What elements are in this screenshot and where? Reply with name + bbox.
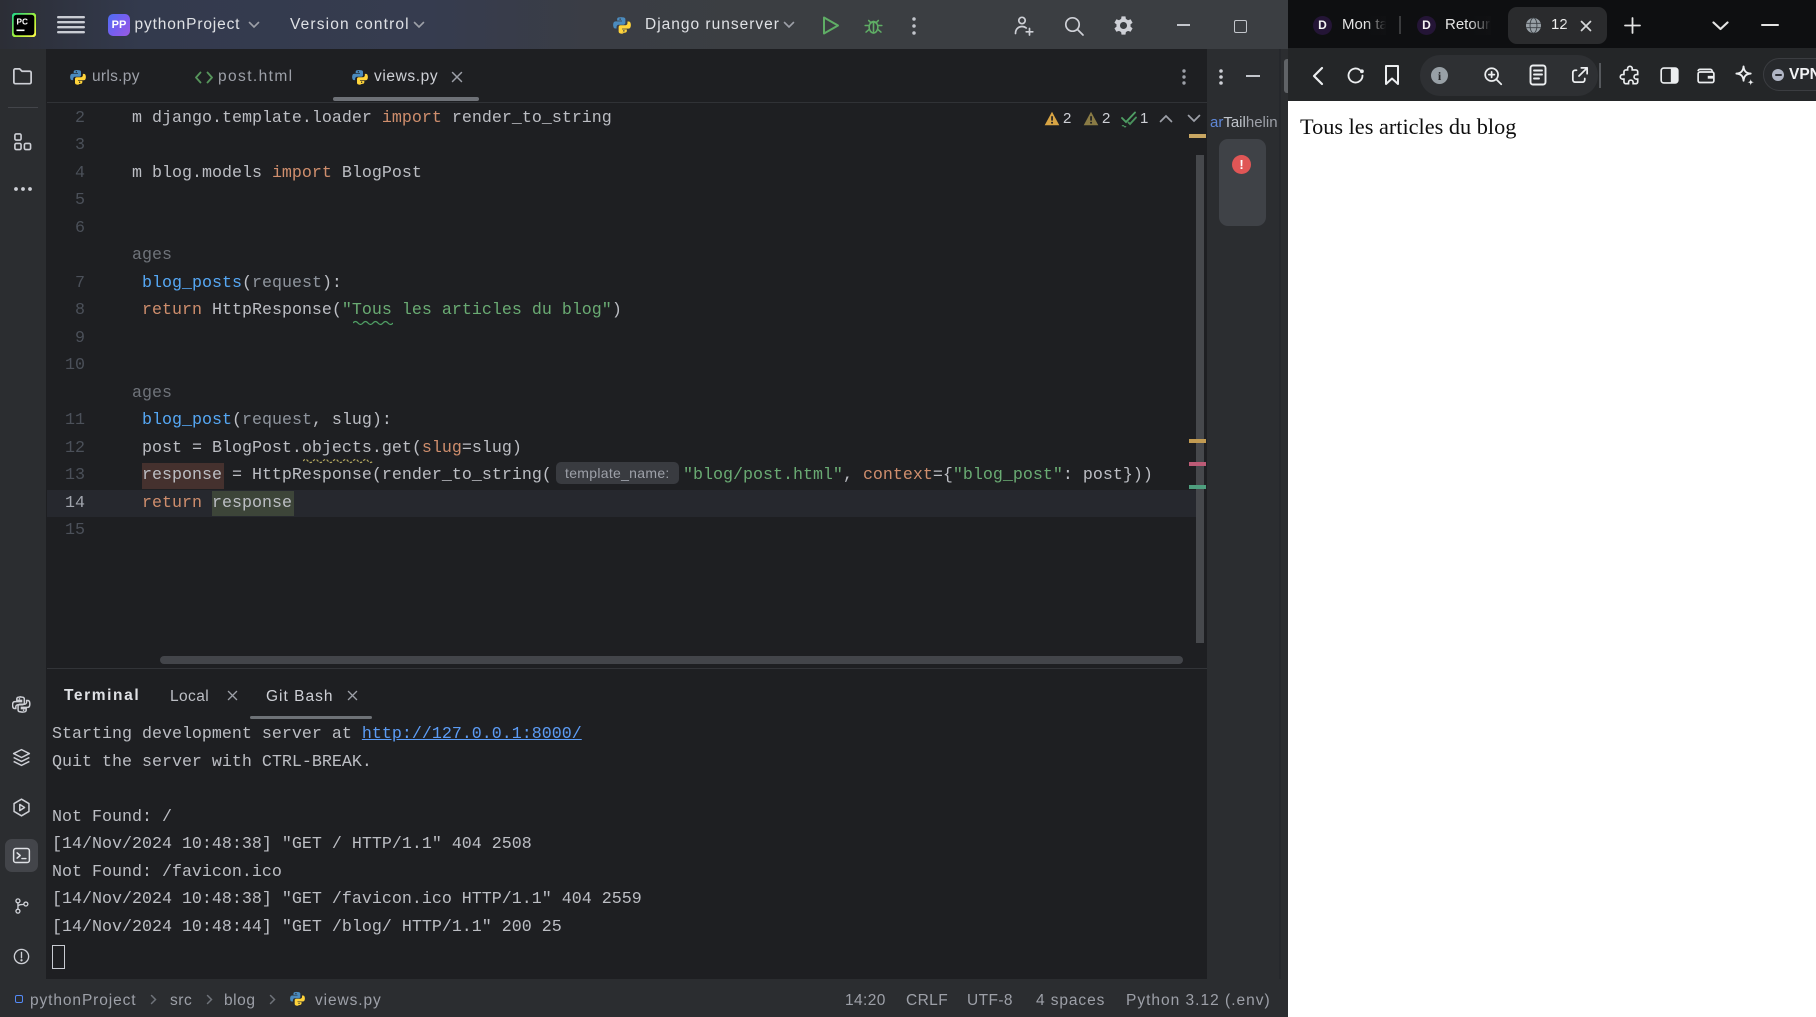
- svg-text:PC: PC: [17, 18, 28, 27]
